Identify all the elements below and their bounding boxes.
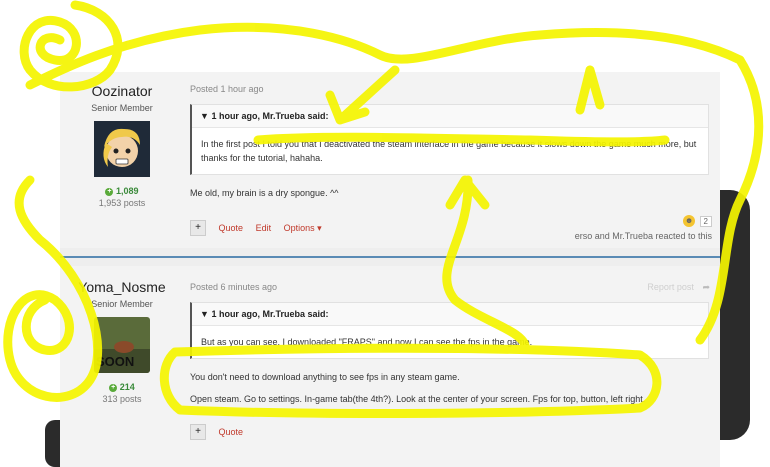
author-column: Yoma_Nosme Senior Member SOON + 214 313 … xyxy=(60,266,184,404)
post-controls: + Quote xyxy=(190,424,253,440)
laugh-reaction-icon[interactable]: ☻ xyxy=(683,215,696,227)
avatar[interactable]: SOON xyxy=(94,317,150,373)
quote-header-text: 1 hour ago, Mr.Trueba said: xyxy=(211,309,329,319)
author-name[interactable]: Oozinator xyxy=(60,83,184,99)
reputation-badge: + 214 xyxy=(60,382,184,392)
post-divider xyxy=(60,256,720,258)
reputation-plus-icon: + xyxy=(109,383,118,392)
reaction-count[interactable]: 2 xyxy=(699,215,712,227)
multiquote-plus-button[interactable]: + xyxy=(190,424,206,440)
quote-button[interactable]: Quote xyxy=(219,223,244,233)
quote-block: ▼ 1 hour ago, Mr.Trueba said: In the fir… xyxy=(190,104,709,175)
reputation-plus-icon: + xyxy=(105,187,114,196)
post-body-line: Open steam. Go to settings. In-game tab(… xyxy=(190,394,646,404)
author-rank: Senior Member xyxy=(91,299,153,309)
post-oozinator: Oozinator Senior Member + 1,089 1,953 po… xyxy=(60,72,720,248)
edit-button[interactable]: Edit xyxy=(256,223,272,233)
multiquote-plus-button[interactable]: + xyxy=(190,220,206,236)
author-rank: Senior Member xyxy=(91,103,153,113)
quote-header[interactable]: ▼ 1 hour ago, Mr.Trueba said: xyxy=(192,303,708,326)
quote-button[interactable]: Quote xyxy=(219,427,244,437)
post-controls: + Quote Edit Options ▾ xyxy=(190,220,332,236)
avatar-soon-text: SOON xyxy=(96,354,135,369)
reactions-area: ☻ 2 erso and Mr.Trueba reacted to this xyxy=(575,215,712,241)
post-content: Posted 6 minutes ago ▼ 1 hour ago, Mr.Tr… xyxy=(190,266,710,405)
quote-header[interactable]: ▼ 1 hour ago, Mr.Trueba said: xyxy=(192,105,708,128)
quote-text: But as you can see, I downloaded "FRAPS"… xyxy=(201,337,533,347)
author-column: Oozinator Senior Member + 1,089 1,953 po… xyxy=(60,72,184,208)
chevron-down-icon[interactable]: ▼ xyxy=(200,309,209,319)
quote-block: ▼ 1 hour ago, Mr.Trueba said: But as you… xyxy=(190,302,709,359)
avatar[interactable] xyxy=(94,121,150,177)
post-count: 313 posts xyxy=(102,394,142,404)
options-button[interactable]: Options ▾ xyxy=(284,223,322,233)
quote-header-text: 1 hour ago, Mr.Trueba said: xyxy=(211,111,329,121)
post-content: Posted 1 hour ago ▼ 1 hour ago, Mr.Trueb… xyxy=(190,72,710,199)
post-timestamp[interactable]: Posted 6 minutes ago xyxy=(190,282,710,292)
post-timestamp[interactable]: Posted 1 hour ago xyxy=(190,84,710,94)
reputation-value: 1,089 xyxy=(115,186,139,196)
author-name[interactable]: Yoma_Nosme xyxy=(60,279,184,295)
reputation-value: 214 xyxy=(119,382,135,392)
post-body-line: Me old, my brain is a dry spongue. ^^ xyxy=(190,188,339,198)
reputation-badge: + 1,089 xyxy=(60,186,184,196)
quote-text: In the first post I told you that I deac… xyxy=(201,139,697,163)
reaction-summary[interactable]: erso and Mr.Trueba reacted to this xyxy=(575,231,712,241)
post-count: 1,953 posts xyxy=(98,198,146,208)
post-body-line: You don't need to download anything to s… xyxy=(190,372,460,382)
chevron-down-icon[interactable]: ▼ xyxy=(200,111,209,121)
avatar-cartoon-icon xyxy=(94,121,150,177)
post-yoma-nosme: Yoma_Nosme Senior Member SOON + 214 313 … xyxy=(60,266,720,467)
